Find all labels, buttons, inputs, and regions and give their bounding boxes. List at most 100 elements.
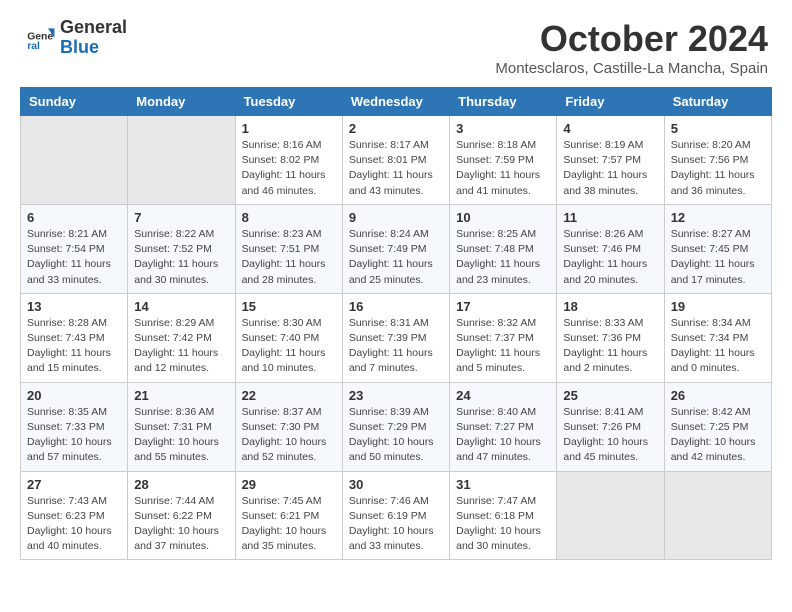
calendar-body: 1 Sunrise: 8:16 AM Sunset: 8:02 PM Daylig… [21, 116, 772, 560]
calendar-cell: 13Sunrise: 8:28 AM Sunset: 7:43 PM Dayli… [21, 293, 128, 382]
day-number: 13 [27, 299, 121, 314]
calendar-cell [128, 116, 235, 205]
day-info: Sunrise: 8:27 AM Sunset: 7:45 PM Dayligh… [671, 227, 765, 288]
day-number: 22 [242, 388, 336, 403]
day-info: Sunrise: 8:37 AM Sunset: 7:30 PM Dayligh… [242, 405, 336, 466]
calendar-cell: 22 Sunrise: 8:37 AM Sunset: 7:30 PM Dayli… [235, 382, 342, 471]
calendar-cell [21, 116, 128, 205]
header-friday: Friday [557, 88, 664, 116]
calendar-wrapper: Sunday Monday Tuesday Wednesday Thursday… [0, 87, 792, 570]
calendar-cell: 17Sunrise: 8:32 AM Sunset: 7:37 PM Dayli… [450, 293, 557, 382]
calendar-cell: 19 Sunrise: 8:34 AM Sunset: 7:34 PM Dayli… [664, 293, 771, 382]
day-number: 1 [242, 121, 336, 136]
logo-text: General Blue [60, 18, 127, 58]
day-info: Sunrise: 8:24 AM Sunset: 7:49 PM Dayligh… [349, 227, 443, 288]
calendar-cell: 16 Sunrise: 8:31 AM Sunset: 7:39 PM Dayli… [342, 293, 449, 382]
header-monday: Monday [128, 88, 235, 116]
calendar-cell: 8Sunrise: 8:23 AM Sunset: 7:51 PM Daylig… [235, 204, 342, 293]
calendar-cell: 27 Sunrise: 7:43 AM Sunset: 6:23 PM Dayli… [21, 471, 128, 560]
day-info: Sunrise: 8:17 AM Sunset: 8:01 PM Dayligh… [349, 138, 443, 199]
day-info: Sunrise: 8:18 AM Sunset: 7:59 PM Dayligh… [456, 138, 550, 199]
day-info: Sunrise: 8:41 AM Sunset: 7:26 PM Dayligh… [563, 405, 657, 466]
day-info: Sunrise: 8:30 AM Sunset: 7:40 PM Dayligh… [242, 316, 336, 377]
calendar-cell: 18Sunrise: 8:33 AM Sunset: 7:36 PM Dayli… [557, 293, 664, 382]
day-number: 7 [134, 210, 228, 225]
day-number: 31 [456, 477, 550, 492]
calendar-cell: 10Sunrise: 8:25 AM Sunset: 7:48 PM Dayli… [450, 204, 557, 293]
calendar-cell: 24 Sunrise: 8:40 AM Sunset: 7:27 PM Dayli… [450, 382, 557, 471]
day-info: Sunrise: 8:32 AM Sunset: 7:37 PM Dayligh… [456, 316, 550, 377]
day-number: 26 [671, 388, 765, 403]
svg-text:ral: ral [27, 41, 40, 52]
day-number: 27 [27, 477, 121, 492]
day-number: 5 [671, 121, 765, 136]
calendar-cell: 11 Sunrise: 8:26 AM Sunset: 7:46 PM Dayli… [557, 204, 664, 293]
day-info: Sunrise: 8:20 AM Sunset: 7:56 PM Dayligh… [671, 138, 765, 199]
day-info: Sunrise: 8:23 AM Sunset: 7:51 PM Dayligh… [242, 227, 336, 288]
day-info: Sunrise: 7:46 AM Sunset: 6:19 PM Dayligh… [349, 494, 443, 555]
day-number: 23 [349, 388, 443, 403]
calendar-cell: 1 Sunrise: 8:16 AM Sunset: 8:02 PM Daylig… [235, 116, 342, 205]
calendar-week-5: 27 Sunrise: 7:43 AM Sunset: 6:23 PM Dayli… [21, 471, 772, 560]
title-block: October 2024 Montesclaros, Castille-La M… [495, 18, 768, 77]
logo-blue: Blue [60, 37, 99, 57]
calendar-cell: 5 Sunrise: 8:20 AM Sunset: 7:56 PM Daylig… [664, 116, 771, 205]
day-info: Sunrise: 8:42 AM Sunset: 7:25 PM Dayligh… [671, 405, 765, 466]
day-number: 19 [671, 299, 765, 314]
day-info: Sunrise: 8:22 AM Sunset: 7:52 PM Dayligh… [134, 227, 228, 288]
calendar-cell: 30 Sunrise: 7:46 AM Sunset: 6:19 PM Dayli… [342, 471, 449, 560]
day-number: 4 [563, 121, 657, 136]
day-number: 10 [456, 210, 550, 225]
day-info: Sunrise: 7:44 AM Sunset: 6:22 PM Dayligh… [134, 494, 228, 555]
calendar-header: Sunday Monday Tuesday Wednesday Thursday… [21, 88, 772, 116]
day-info: Sunrise: 8:34 AM Sunset: 7:34 PM Dayligh… [671, 316, 765, 377]
day-info: Sunrise: 8:31 AM Sunset: 7:39 PM Dayligh… [349, 316, 443, 377]
day-number: 29 [242, 477, 336, 492]
day-number: 2 [349, 121, 443, 136]
header-wednesday: Wednesday [342, 88, 449, 116]
day-number: 28 [134, 477, 228, 492]
day-info: Sunrise: 8:39 AM Sunset: 7:29 PM Dayligh… [349, 405, 443, 466]
day-number: 15 [242, 299, 336, 314]
day-number: 6 [27, 210, 121, 225]
calendar-week-3: 13Sunrise: 8:28 AM Sunset: 7:43 PM Dayli… [21, 293, 772, 382]
day-number: 30 [349, 477, 443, 492]
day-number: 12 [671, 210, 765, 225]
logo-icon: Gene ral [24, 22, 56, 54]
day-number: 14 [134, 299, 228, 314]
day-info: Sunrise: 7:43 AM Sunset: 6:23 PM Dayligh… [27, 494, 121, 555]
location-subtitle: Montesclaros, Castille-La Mancha, Spain [495, 60, 768, 77]
calendar-cell: 3 Sunrise: 8:18 AM Sunset: 7:59 PM Daylig… [450, 116, 557, 205]
day-number: 20 [27, 388, 121, 403]
logo: Gene ral General Blue [24, 18, 127, 58]
day-info: Sunrise: 8:26 AM Sunset: 7:46 PM Dayligh… [563, 227, 657, 288]
calendar-cell [664, 471, 771, 560]
logo-general: General [60, 17, 127, 37]
day-info: Sunrise: 8:35 AM Sunset: 7:33 PM Dayligh… [27, 405, 121, 466]
day-info: Sunrise: 8:33 AM Sunset: 7:36 PM Dayligh… [563, 316, 657, 377]
day-number: 3 [456, 121, 550, 136]
day-number: 25 [563, 388, 657, 403]
calendar-cell: 25 Sunrise: 8:41 AM Sunset: 7:26 PM Dayli… [557, 382, 664, 471]
calendar-cell: 9Sunrise: 8:24 AM Sunset: 7:49 PM Daylig… [342, 204, 449, 293]
day-number: 16 [349, 299, 443, 314]
calendar-cell: 21Sunrise: 8:36 AM Sunset: 7:31 PM Dayli… [128, 382, 235, 471]
calendar-cell: 4Sunrise: 8:19 AM Sunset: 7:57 PM Daylig… [557, 116, 664, 205]
day-number: 11 [563, 210, 657, 225]
calendar-cell: 7 Sunrise: 8:22 AM Sunset: 7:52 PM Daylig… [128, 204, 235, 293]
page-header: Gene ral General Blue October 2024 Monte… [0, 0, 792, 87]
calendar-cell: 28 Sunrise: 7:44 AM Sunset: 6:22 PM Dayli… [128, 471, 235, 560]
header-thursday: Thursday [450, 88, 557, 116]
calendar-cell: 29Sunrise: 7:45 AM Sunset: 6:21 PM Dayli… [235, 471, 342, 560]
weekday-header-row: Sunday Monday Tuesday Wednesday Thursday… [21, 88, 772, 116]
day-info: Sunrise: 8:40 AM Sunset: 7:27 PM Dayligh… [456, 405, 550, 466]
day-info: Sunrise: 8:16 AM Sunset: 8:02 PM Dayligh… [242, 138, 336, 199]
calendar-cell: 23 Sunrise: 8:39 AM Sunset: 7:29 PM Dayli… [342, 382, 449, 471]
calendar-cell: 31 Sunrise: 7:47 AM Sunset: 6:18 PM Dayli… [450, 471, 557, 560]
day-number: 24 [456, 388, 550, 403]
calendar-cell: 20 Sunrise: 8:35 AM Sunset: 7:33 PM Dayli… [21, 382, 128, 471]
header-sunday: Sunday [21, 88, 128, 116]
day-info: Sunrise: 8:21 AM Sunset: 7:54 PM Dayligh… [27, 227, 121, 288]
day-info: Sunrise: 7:47 AM Sunset: 6:18 PM Dayligh… [456, 494, 550, 555]
calendar-table: Sunday Monday Tuesday Wednesday Thursday… [20, 87, 772, 560]
